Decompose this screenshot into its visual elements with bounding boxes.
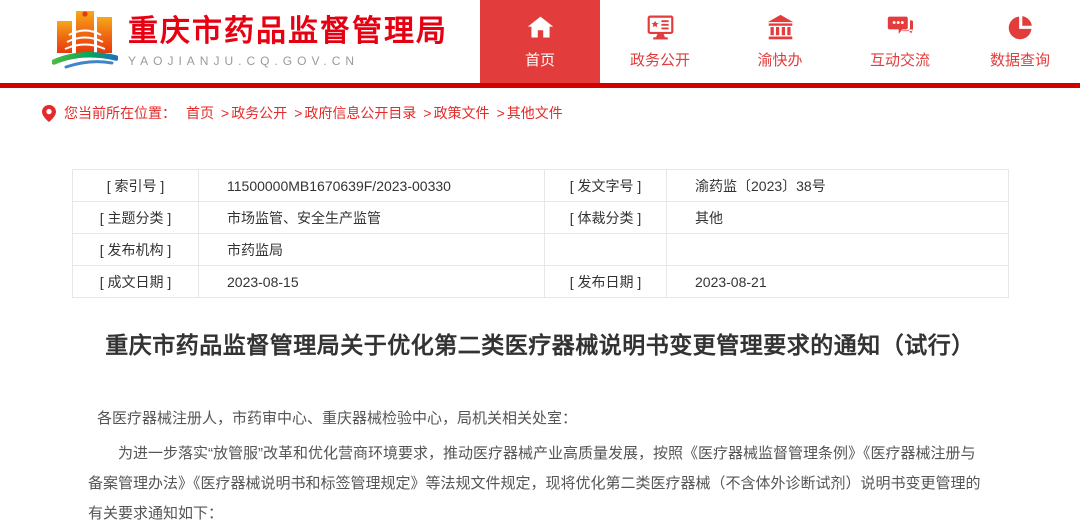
nav-label: 政务公开 <box>630 49 690 70</box>
nav-label: 数据查询 <box>990 49 1050 70</box>
meta-value-issuing-agency: 市药监局 <box>199 234 545 266</box>
table-row: [ 索引号 ] 11500000MB1670639F/2023-00330 [ … <box>73 170 1009 202</box>
article-paragraph: 为进一步落实“放管服”改革和优化营商环境要求，推动医疗器械产业高质量发展，按照《… <box>88 439 990 525</box>
cq-mpa-building-logo-icon <box>52 8 118 75</box>
table-row: [ 主题分类 ] 市场监管、安全生产监管 [ 体裁分类 ] 其他 <box>73 202 1009 234</box>
meta-label-empty <box>545 234 667 266</box>
document-meta-table: [ 索引号 ] 11500000MB1670639F/2023-00330 [ … <box>72 169 1009 298</box>
meta-value-empty <box>667 234 1009 266</box>
main-nav: 首页 政务公开 <box>480 0 1080 83</box>
breadcrumb-item-info-directory[interactable]: 政府信息公开目录 <box>304 103 416 123</box>
meta-label-topic-category: [ 主题分类 ] <box>73 202 199 234</box>
breadcrumb-separator: > <box>497 105 505 121</box>
breadcrumb-item-home[interactable]: 首页 <box>186 103 214 123</box>
meta-value-publish-date: 2023-08-21 <box>667 266 1009 298</box>
nav-label: 首页 <box>525 49 555 70</box>
nav-item-government-affairs[interactable]: 政务公开 <box>600 0 720 83</box>
breadcrumb-separator: > <box>423 105 431 121</box>
meta-label-publish-date: [ 发布日期 ] <box>545 266 667 298</box>
location-pin-icon <box>42 105 56 122</box>
chat-bubbles-icon <box>886 13 915 42</box>
monitor-document-icon <box>646 13 675 42</box>
breadcrumb-item-other-files[interactable]: 其他文件 <box>507 103 563 123</box>
nav-label: 渝快办 <box>757 49 802 70</box>
meta-value-written-date: 2023-08-15 <box>199 266 545 298</box>
article-salutation: 各医疗器械注册人，市药审中心、重庆器械检验中心，局机关相关处室： <box>88 404 990 434</box>
site-header: 重庆市药品监督管理局 YAOJIANJU.CQ.GOV.CN 首页 <box>0 0 1080 83</box>
breadcrumb-separator: > <box>294 105 302 121</box>
table-row: [ 发布机构 ] 市药监局 <box>73 234 1009 266</box>
site-logo-link[interactable]: 重庆市药品监督管理局 YAOJIANJU.CQ.GOV.CN <box>52 8 448 75</box>
breadcrumb-item-policy-files[interactable]: 政策文件 <box>434 103 490 123</box>
meta-value-topic-category: 市场监管、安全生产监管 <box>199 202 545 234</box>
table-row: [ 成文日期 ] 2023-08-15 [ 发布日期 ] 2023-08-21 <box>73 266 1009 298</box>
breadcrumb-prefix: 您当前所在位置： <box>64 103 176 123</box>
page-title: 重庆市药品监督管理局关于优化第二类医疗器械说明书变更管理要求的通知（试行） <box>50 326 1030 360</box>
meta-label-issuing-agency: [ 发布机构 ] <box>73 234 199 266</box>
pie-chart-icon <box>1006 13 1035 42</box>
home-icon <box>526 13 555 42</box>
nav-item-yukuaiban[interactable]: 渝快办 <box>720 0 840 83</box>
meta-value-index-no: 11500000MB1670639F/2023-00330 <box>199 170 545 202</box>
government-building-icon <box>766 13 795 42</box>
breadcrumb-separator: > <box>221 105 229 121</box>
meta-value-genre-category: 其他 <box>667 202 1009 234</box>
meta-label-written-date: [ 成文日期 ] <box>73 266 199 298</box>
breadcrumb: 您当前所在位置： 首页 > 政务公开 > 政府信息公开目录 > 政策文件 > 其… <box>42 103 1080 123</box>
meta-label-index-no: [ 索引号 ] <box>73 170 199 202</box>
meta-label-genre-category: [ 体裁分类 ] <box>545 202 667 234</box>
article-body: 各医疗器械注册人，市药审中心、重庆器械检验中心，局机关相关处室： 为进一步落实“… <box>88 404 990 525</box>
meta-value-doc-no: 渝药监〔2023〕38号 <box>667 170 1009 202</box>
site-title: 重庆市药品监督管理局 <box>128 15 448 50</box>
nav-item-data-query[interactable]: 数据查询 <box>960 0 1080 83</box>
site-domain: YAOJIANJU.CQ.GOV.CN <box>128 54 448 68</box>
nav-label: 互动交流 <box>870 49 930 70</box>
header-divider <box>0 83 1080 88</box>
nav-item-home[interactable]: 首页 <box>480 0 600 83</box>
meta-label-doc-no: [ 发文字号 ] <box>545 170 667 202</box>
nav-item-interaction[interactable]: 互动交流 <box>840 0 960 83</box>
breadcrumb-item-government-affairs[interactable]: 政务公开 <box>231 103 287 123</box>
